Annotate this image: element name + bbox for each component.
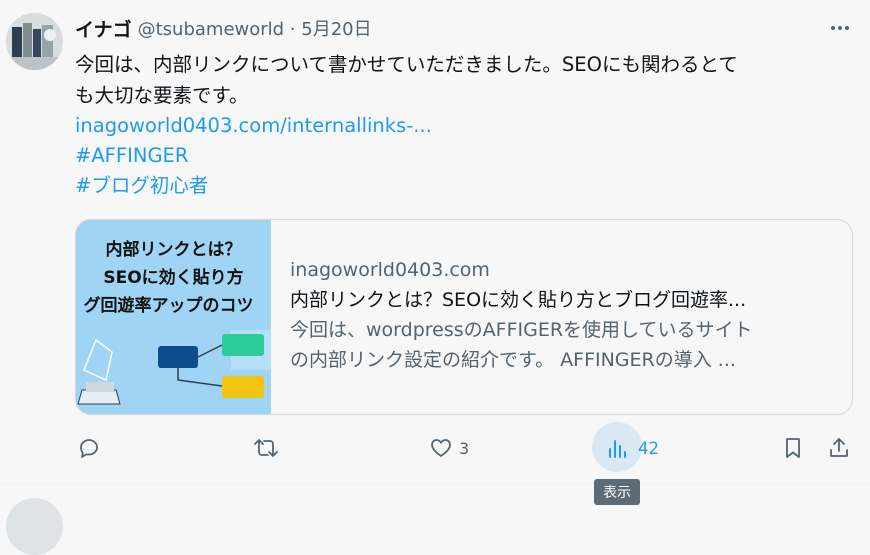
author-name[interactable]: イナゴ <box>75 15 132 42</box>
card-thumbnail: 内部リンクとは？ SEOに効く貼り方 グ回遊率アップのコツ <box>76 220 271 414</box>
hashtag-link[interactable]: #AFFINGER <box>75 141 188 171</box>
tweet-text-line: も大切な要素です。 <box>75 84 249 107</box>
more-icon <box>831 26 849 30</box>
reply-icon <box>80 439 98 458</box>
view-count: 42 <box>638 438 659 458</box>
handle-and-date[interactable]: @tsubameworld · 5月20日 <box>138 15 372 41</box>
tweet-text-line: 今回は、内部リンクについて書かせていただきました。SEOにも関わるとて <box>75 53 738 76</box>
hashtag-link[interactable]: #ブログ初心者 <box>75 171 208 201</box>
retweet-icon <box>254 439 278 457</box>
like-button[interactable]: 3 <box>429 425 469 471</box>
more-options-button[interactable] <box>828 16 852 40</box>
like-count: 3 <box>459 438 470 458</box>
reply-button[interactable] <box>77 425 101 471</box>
share-button[interactable] <box>827 425 851 471</box>
thumbnail-text: 内部リンクとは？ <box>105 240 242 260</box>
action-bar: 3 42 <box>0 422 870 472</box>
avatar <box>6 498 63 555</box>
card-text: inagoworld0403.com 内部リンクとは？SEOに効く貼り方とブログ… <box>290 255 835 375</box>
views-tooltip: 表示 <box>594 479 640 505</box>
bookmark-button[interactable] <box>781 425 805 471</box>
card-domain: inagoworld0403.com <box>290 259 490 281</box>
tweet[interactable]: イナゴ @tsubameworld · 5月20日 今回は、内部リンクについて書… <box>0 0 870 482</box>
avatar-image <box>6 13 63 70</box>
card-description: 今回は、wordpressのAFFIGERを使用しているサイト の内部リンク設定… <box>290 315 835 375</box>
card-title: 内部リンクとは？SEOに効く貼り方とブログ回遊率... <box>290 289 747 311</box>
avatar[interactable] <box>6 13 63 70</box>
thumbnail-text: グ回遊率アップのコツ <box>83 296 254 316</box>
retweet-button[interactable] <box>253 425 279 471</box>
thumbnail-text: SEOに効く貼り方 <box>103 268 244 288</box>
views-button[interactable]: 42 <box>605 425 659 471</box>
next-tweet-preview[interactable] <box>0 483 870 555</box>
tweet-header: イナゴ @tsubameworld · 5月20日 <box>75 14 372 42</box>
card-description-line: の内部リンク設定の紹介です。 AFFINGERの導入 ... <box>290 349 736 371</box>
tweet-text: 今回は、内部リンクについて書かせていただきました。SEOにも関わるとて も大切な… <box>75 49 845 111</box>
card-description-line: 今回は、wordpressのAFFIGERを使用しているサイト <box>290 319 753 341</box>
share-icon <box>830 438 848 457</box>
heart-icon <box>431 439 451 457</box>
analytics-icon <box>609 440 626 458</box>
url-link[interactable]: inagoworld0403.com/internallinks-... <box>75 111 432 141</box>
bookmark-icon <box>786 438 800 458</box>
link-card[interactable]: 内部リンクとは？ SEOに効く貼り方 グ回遊率アップのコツ inagoworld… <box>75 219 853 415</box>
